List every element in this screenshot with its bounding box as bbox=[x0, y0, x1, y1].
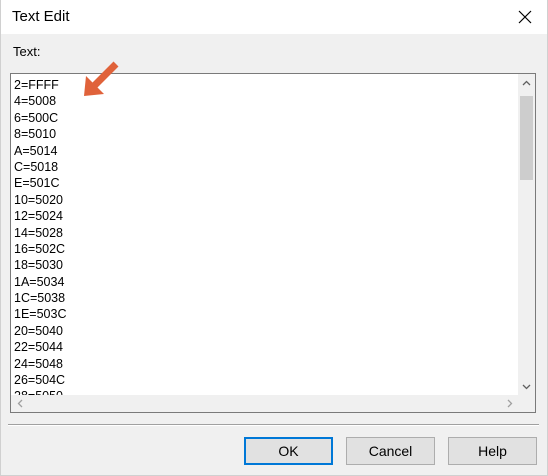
text-line: 22=5044 bbox=[14, 340, 64, 355]
title-bar: Text Edit bbox=[0, 0, 548, 34]
text-line: 8=5010 bbox=[14, 127, 57, 142]
text-line: 4=5008 bbox=[14, 94, 57, 109]
text-label: Text: bbox=[13, 44, 41, 59]
text-line: 1E=503C bbox=[14, 307, 67, 322]
close-icon bbox=[518, 10, 532, 24]
text-line: 14=5028 bbox=[14, 225, 64, 240]
text-line: 6=500C bbox=[14, 110, 59, 125]
text-line: 20=5040 bbox=[14, 323, 64, 338]
chevron-down-icon bbox=[522, 384, 531, 389]
chevron-up-icon bbox=[522, 80, 531, 85]
text-area[interactable]: 2=FFFF 4=5008 6=500C 8=5010 A=5014 C=501… bbox=[10, 73, 536, 413]
scroll-right-button[interactable] bbox=[501, 395, 518, 412]
window-border-left bbox=[0, 0, 1, 476]
text-lines: 2=FFFF 4=5008 6=500C 8=5010 A=5014 C=501… bbox=[14, 77, 66, 405]
text-line: 1A=5034 bbox=[14, 274, 65, 289]
scroll-down-button[interactable] bbox=[518, 378, 535, 395]
text-line: 18=5030 bbox=[14, 258, 64, 273]
text-line: C=5018 bbox=[14, 159, 59, 174]
horizontal-scrollbar[interactable] bbox=[11, 395, 518, 412]
text-line: 12=5024 bbox=[14, 209, 64, 224]
text-line: 10=5020 bbox=[14, 192, 64, 207]
scrollbar-corner bbox=[518, 395, 535, 412]
vertical-scrollbar[interactable] bbox=[518, 74, 535, 395]
text-line: 26=504C bbox=[14, 373, 66, 388]
chevron-right-icon bbox=[507, 399, 512, 408]
text-line: 1C=5038 bbox=[14, 291, 66, 306]
scroll-up-button[interactable] bbox=[518, 74, 535, 91]
cancel-button[interactable]: Cancel bbox=[346, 437, 435, 465]
button-separator bbox=[8, 424, 539, 426]
window-title: Text Edit bbox=[12, 8, 70, 25]
text-line: 2=FFFF bbox=[14, 78, 59, 92]
close-button[interactable] bbox=[502, 0, 548, 34]
vertical-scroll-thumb[interactable] bbox=[520, 96, 533, 180]
help-button[interactable]: Help bbox=[448, 437, 537, 465]
arrow-icon bbox=[84, 61, 119, 96]
chevron-left-icon bbox=[17, 399, 22, 408]
text-line: 16=502C bbox=[14, 241, 66, 256]
text-line: 24=5048 bbox=[14, 356, 64, 371]
scroll-left-button[interactable] bbox=[11, 395, 28, 412]
text-line: A=5014 bbox=[14, 143, 58, 158]
ok-button[interactable]: OK bbox=[244, 437, 333, 465]
text-line: E=501C bbox=[14, 176, 60, 191]
